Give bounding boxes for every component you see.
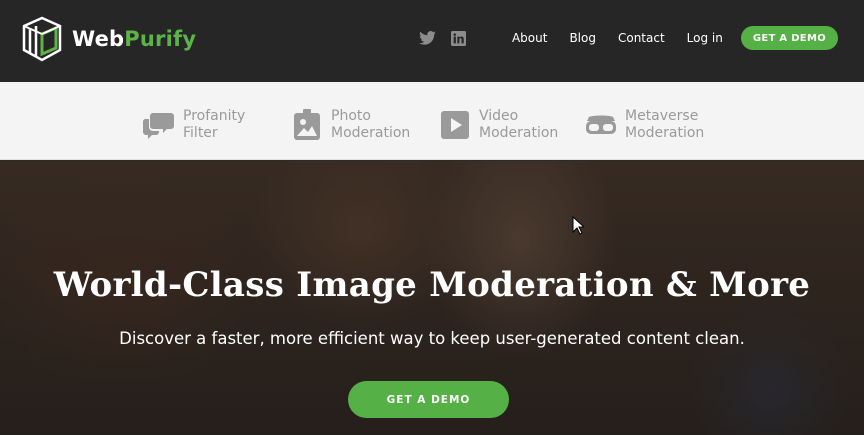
- hero-title: World-Class Image Moderation & More: [53, 265, 811, 305]
- social-links: [406, 29, 468, 47]
- header-get-demo-button[interactable]: GET A DEMO: [740, 26, 838, 50]
- nav-blog-link[interactable]: Blog: [569, 31, 596, 45]
- mouse-cursor-icon: [572, 216, 584, 235]
- product-subnav: Profanity Filter Photo Moderation Video Mod…: [0, 82, 864, 160]
- subnav-item-photo-moderation[interactable]: Photo Moderation: [290, 108, 410, 142]
- vr-headset-icon: [584, 108, 618, 142]
- subnav-label-line2: Filter: [183, 125, 218, 141]
- subnav-label-line2: Moderation: [331, 125, 411, 141]
- subnav-label-line1: Video: [479, 108, 519, 124]
- subnav-label-line1: Metaverse: [625, 108, 699, 124]
- site-header: WebPurify About Blog Contact Log in GET …: [0, 0, 864, 82]
- logo-text-web: Web: [72, 27, 125, 51]
- photo-icon: [290, 108, 324, 142]
- logo-text-purify: Purify: [124, 27, 197, 51]
- subnav-label: Profanity Filter: [183, 108, 245, 142]
- hero-section: World-Class Image Moderation & More Disc…: [0, 161, 864, 435]
- subnav-label-line1: Profanity: [183, 108, 246, 124]
- webpurify-logo[interactable]: WebPurify: [20, 14, 196, 64]
- subnav-label: Video Moderation: [479, 108, 558, 142]
- subnav-item-metaverse-moderation[interactable]: Metaverse Moderation: [584, 108, 704, 142]
- logo-text: WebPurify: [72, 27, 196, 51]
- twitter-icon[interactable]: [419, 29, 437, 47]
- subnav-item-profanity-filter[interactable]: Profanity Filter: [142, 108, 245, 142]
- logo-cube-icon: [22, 16, 62, 62]
- subnav-label-line2: Moderation: [625, 125, 705, 141]
- hero-get-demo-button[interactable]: GET A DEMO: [348, 381, 509, 418]
- subnav-label: Photo Moderation: [331, 108, 410, 142]
- subnav-label-line1: Photo: [331, 108, 371, 124]
- play-icon: [438, 108, 472, 142]
- nav-about-link[interactable]: About: [512, 31, 547, 45]
- linkedin-icon[interactable]: [450, 29, 468, 47]
- subnav-item-video-moderation[interactable]: Video Moderation: [438, 108, 558, 142]
- chat-bubbles-icon: [142, 108, 176, 142]
- subnav-label: Metaverse Moderation: [625, 108, 704, 142]
- hero-subtitle: Discover a faster, more efficient way to…: [119, 329, 745, 348]
- nav-contact-link[interactable]: Contact: [618, 31, 665, 45]
- nav-login-link[interactable]: Log in: [687, 31, 723, 45]
- subnav-label-line2: Moderation: [479, 125, 559, 141]
- main-nav: About Blog Contact Log in GET A DEMO: [406, 26, 838, 50]
